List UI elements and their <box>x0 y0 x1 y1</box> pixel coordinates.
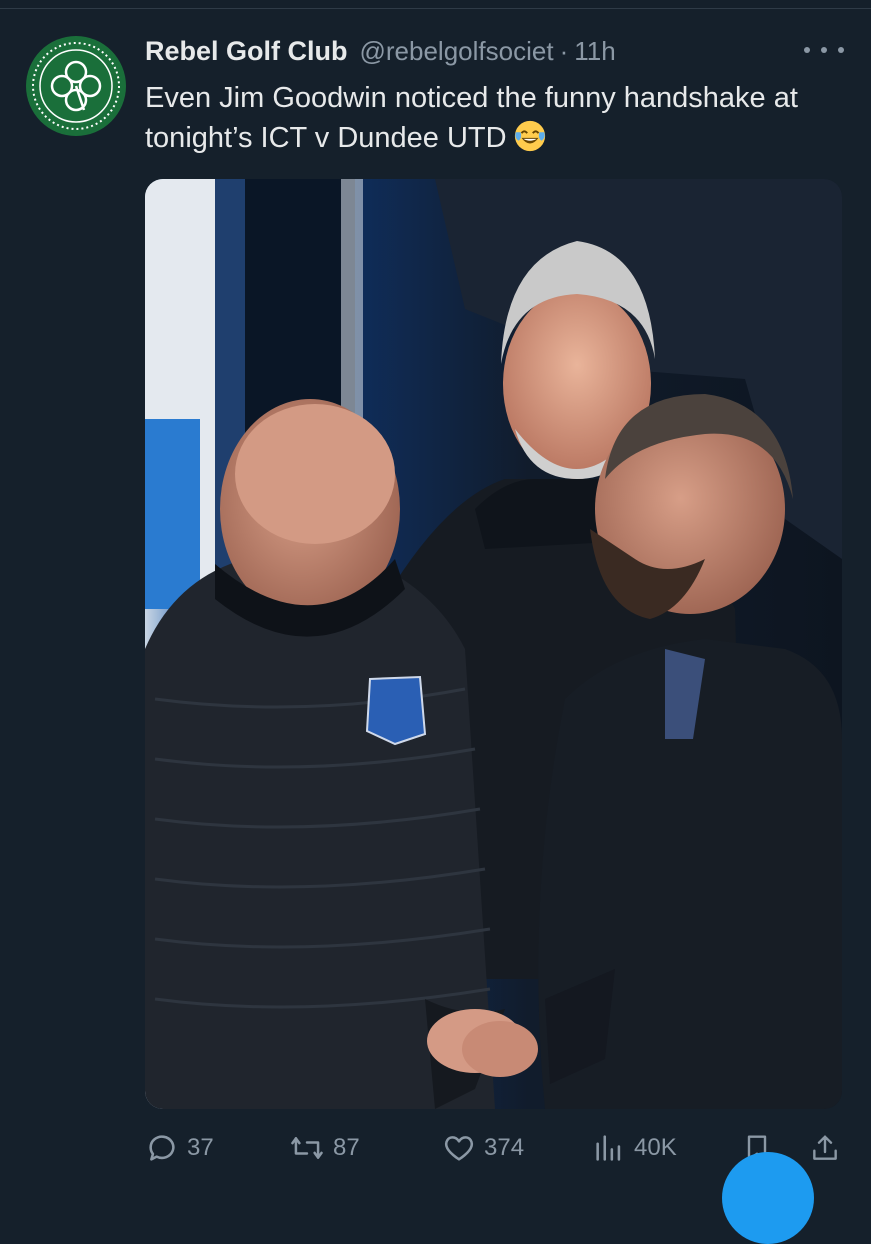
tweet-photo[interactable] <box>145 179 842 1109</box>
timestamp[interactable]: 11h <box>574 36 615 67</box>
tweet-header: Rebel Golf Club @rebelgolfsociet · 11h <box>145 30 845 72</box>
reply-icon <box>149 1135 175 1161</box>
reply-button[interactable]: 37 <box>145 1126 214 1170</box>
separator: · <box>559 35 569 66</box>
views-button[interactable]: 40K <box>592 1126 677 1170</box>
share-button[interactable] <box>809 1126 849 1170</box>
tweet-body: Even Jim Goodwin noticed the funny hands… <box>145 82 798 154</box>
reply-count: 37 <box>187 1134 214 1161</box>
clover-logo-icon <box>28 38 124 134</box>
display-name[interactable]: Rebel Golf Club <box>145 36 348 67</box>
views-icon <box>596 1135 621 1161</box>
handshake-photo <box>145 179 842 1109</box>
like-button[interactable]: 374 <box>442 1126 524 1170</box>
repost-icon <box>291 1137 323 1159</box>
like-count: 374 <box>484 1134 525 1161</box>
repost-button[interactable]: 87 <box>289 1126 360 1170</box>
tweet: Rebel Golf Club @rebelgolfsociet · 11h E… <box>0 0 871 1244</box>
repost-count: 87 <box>333 1134 360 1161</box>
avatar[interactable] <box>26 36 126 136</box>
share-icon <box>813 1135 837 1160</box>
user-handle[interactable]: @rebelgolfsociet <box>360 36 554 67</box>
more-icon[interactable] <box>804 38 844 62</box>
views-count: 40K <box>634 1134 677 1161</box>
compose-fab[interactable] <box>722 1152 814 1244</box>
like-icon <box>444 1136 474 1161</box>
tweet-text: Even Jim Goodwin noticed the funny hands… <box>145 78 845 158</box>
face-with-tears-of-joy-icon <box>514 120 545 152</box>
